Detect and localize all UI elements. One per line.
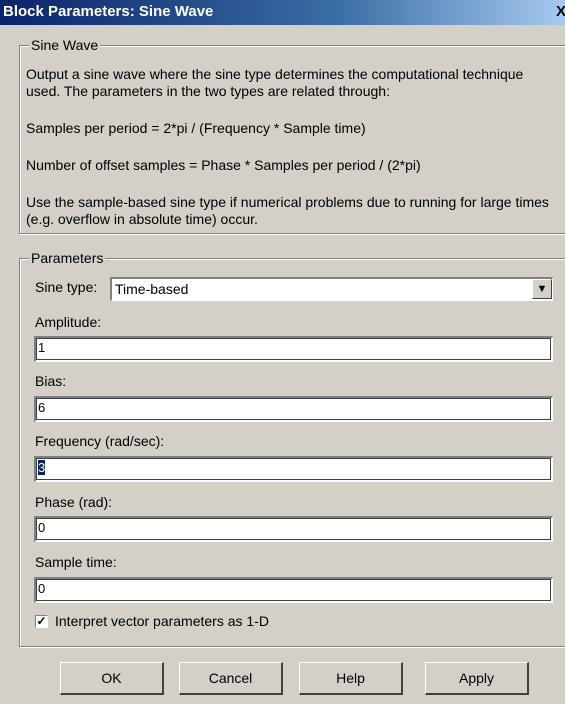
window-title: Block Parameters: Sine Wave xyxy=(3,3,214,20)
phase-label: Phase (rad): xyxy=(35,494,113,510)
bias-value: 6 xyxy=(38,400,46,415)
frequency-label: Frequency (rad/sec): xyxy=(35,433,165,449)
title-bar[interactable]: Block Parameters: Sine Wave X xyxy=(0,0,565,25)
apply-button[interactable]: Apply xyxy=(425,662,529,695)
description-text-3: Number of offset samples = Phase * Sampl… xyxy=(26,157,421,173)
cancel-button[interactable]: Cancel xyxy=(179,662,283,695)
frequency-field[interactable]: 3 xyxy=(34,456,553,482)
amplitude-label: Amplitude: xyxy=(35,314,102,330)
bias-label: Bias: xyxy=(35,373,67,389)
description-text-1: Output a sine wave where the sine type d… xyxy=(26,66,524,99)
description-text-4: Use the sample-based sine type if numeri… xyxy=(26,194,549,227)
ok-button[interactable]: OK xyxy=(60,662,164,695)
bias-field[interactable]: 6 xyxy=(34,396,553,422)
amplitude-value: 1 xyxy=(38,340,46,355)
help-button[interactable]: Help xyxy=(299,662,403,695)
dropdown-arrow-icon[interactable]: ▼ xyxy=(532,279,552,299)
sample-time-value: 0 xyxy=(38,581,46,596)
frequency-value: 3 xyxy=(38,460,46,475)
sample-time-label: Sample time: xyxy=(35,554,117,570)
parameters-group-title: Parameters xyxy=(29,250,106,266)
sample-time-field[interactable]: 0 xyxy=(34,577,553,603)
sine-type-value: Time-based xyxy=(115,281,189,297)
description-text-2: Samples per period = 2*pi / (Frequency *… xyxy=(26,120,366,136)
amplitude-field[interactable]: 1 xyxy=(34,336,553,362)
checkmark-icon: ✓ xyxy=(36,614,47,628)
close-icon[interactable]: X xyxy=(556,0,565,24)
phase-value: 0 xyxy=(38,520,46,535)
description-group-title: Sine Wave xyxy=(29,37,101,53)
interpret-checkbox[interactable]: ✓ xyxy=(35,615,48,628)
interpret-label[interactable]: Interpret vector parameters as 1-D xyxy=(55,613,269,629)
sine-type-label: Sine type: xyxy=(35,279,98,295)
sine-type-select[interactable]: Time-based ▼ xyxy=(110,277,553,301)
phase-field[interactable]: 0 xyxy=(34,516,553,542)
